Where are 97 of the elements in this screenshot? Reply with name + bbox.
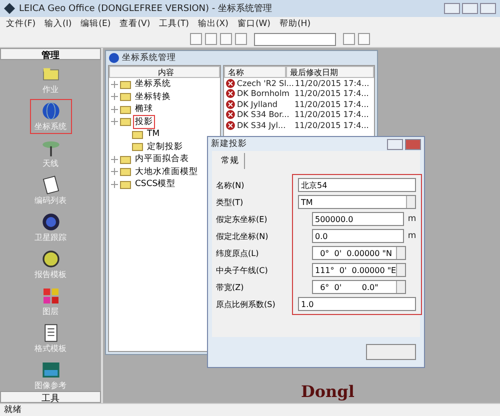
dialog-title: 新建投影 [211, 138, 247, 150]
error-icon [226, 120, 235, 130]
table-cell-text: DK S34 Jyl... [236, 120, 287, 130]
error-icon [226, 78, 235, 88]
tree-item[interactable]: 内平面拟合表 [133, 152, 191, 166]
folder-icon [120, 167, 131, 176]
table-cell-text: DK S34 Bor... [236, 110, 290, 120]
error-icon [226, 89, 235, 98]
tree-item[interactable]: 定制投影 [145, 140, 185, 154]
expand-icon[interactable] [111, 180, 118, 188]
colored-grid-icon [40, 286, 60, 306]
toolbar-button[interactable] [235, 33, 247, 45]
sidebar-header[interactable]: 管理 [0, 48, 101, 60]
menu-item[interactable]: 查看(V) [120, 18, 150, 30]
expand-icon[interactable] [111, 156, 118, 163]
menu-item[interactable]: 编辑(E) [80, 18, 111, 30]
table-cell-text: 11/20/2015 17:4... [294, 120, 370, 130]
folder-icon [120, 154, 131, 164]
minimize-button[interactable] [444, 3, 460, 14]
close-button[interactable] [480, 3, 496, 14]
field-label: 纬度原点(L) [216, 248, 260, 258]
table-cell-text: 11/20/2015 17:4... [294, 78, 370, 88]
tree-item[interactable]: CSCS模型 [133, 177, 178, 192]
picture-icon [40, 360, 60, 380]
field-label: 中央子午线(C) [216, 264, 269, 276]
input-field[interactable]: 1.0 [298, 297, 416, 311]
table-cell-text: 11/20/2015 17:4... [294, 89, 370, 98]
expand-icon[interactable] [111, 118, 118, 126]
dropdown-field[interactable]: TM [298, 195, 416, 209]
unit-label: m [408, 214, 416, 224]
spin-field[interactable]: 6° 0' 0.0" [312, 280, 406, 294]
expand-icon[interactable] [111, 80, 118, 88]
toolbar-button[interactable] [358, 33, 370, 45]
folder-icon [132, 142, 143, 152]
column-header[interactable]: 内容 [109, 66, 220, 78]
table-cell-text: DK Jylland [236, 100, 278, 109]
toolbar-button[interactable] [343, 33, 355, 45]
menu-item[interactable]: 帮助(H) [279, 18, 311, 30]
input-field[interactable]: 0.0 [312, 229, 404, 243]
tree-item[interactable]: 投影 [133, 114, 155, 129]
folder-icon [120, 80, 131, 89]
window-title: LEICA Geo Office (DONGLEFREE VERSION) - 坐标系统管理 [19, 2, 272, 15]
error-icon [226, 100, 235, 109]
globe-icon [40, 101, 60, 121]
column-header[interactable]: 最后修改日期 [286, 66, 374, 78]
tab[interactable]: 常规 [216, 153, 245, 169]
spin-field[interactable]: 0° 0' 0.00000 "N [312, 246, 406, 260]
menu-item[interactable]: 工具(T) [159, 18, 189, 30]
field-label: 假定北坐标(N) [216, 230, 270, 242]
satellite-icon [40, 212, 60, 232]
folder-icon [132, 130, 143, 139]
expand-icon[interactable] [111, 106, 118, 113]
error-icon [226, 110, 235, 120]
table-cell-text: 11/20/2015 17:4... [294, 110, 370, 120]
tree-item[interactable]: 坐标转换 [133, 90, 173, 104]
menu-item[interactable]: 文件(F) [6, 18, 36, 30]
field-label: 原点比例系数(S) [216, 298, 276, 310]
folder-icon [120, 92, 131, 102]
toolbar-button[interactable] [190, 33, 202, 45]
spin-field[interactable]: 111° 0' 0.00000 "E [312, 263, 406, 277]
input-field[interactable]: 北京54 [298, 178, 416, 192]
circle-icon [40, 249, 60, 269]
column-header[interactable]: 名称 [224, 66, 286, 78]
folder-icon [120, 180, 131, 189]
expand-icon[interactable] [111, 168, 118, 176]
table-cell-text: DK Bornholm [236, 89, 290, 98]
field-label: 假定东坐标(E) [216, 214, 268, 224]
unit-label: m [408, 231, 416, 241]
toolbar-dropdown[interactable] [254, 32, 336, 46]
globe-icon [109, 53, 119, 63]
sidebar-footer[interactable]: 工具 [0, 391, 101, 403]
tree-item[interactable]: 椭球 [133, 102, 155, 116]
folder-icon [120, 104, 131, 114]
app-icon [4, 3, 15, 14]
tree-item[interactable]: TM [145, 128, 162, 140]
field-label: 带宽(Z) [216, 282, 245, 292]
expand-icon[interactable] [111, 93, 118, 100]
window-title: 坐标系统管理 [122, 52, 176, 64]
field-label: 名称(N) [216, 180, 246, 190]
close-button[interactable] [405, 138, 421, 150]
logo-text: Dongl [301, 382, 354, 401]
menu-item[interactable]: 窗口(W) [237, 18, 270, 30]
menu-item[interactable]: 输出(X) [198, 18, 228, 30]
field-label: 类型(T) [216, 196, 244, 208]
folder-icon [120, 117, 131, 126]
tree-item[interactable]: 大地水准面模型 [133, 164, 200, 179]
help-button[interactable] [387, 138, 403, 150]
status-bar: 就绪 [0, 403, 500, 416]
menu-item[interactable]: 输入(I) [44, 18, 72, 30]
tree-item[interactable]: 坐标系统 [133, 77, 173, 92]
table-cell-text: 11/20/2015 17:4... [294, 100, 370, 109]
toolbar-button[interactable] [205, 33, 217, 45]
dialog-button[interactable] [366, 344, 416, 360]
table-cell: Czech 'R2 Sl... [236, 78, 293, 88]
maximize-button[interactable] [462, 3, 478, 14]
input-field[interactable]: 500000.0 [312, 212, 404, 226]
toolbar-button[interactable] [220, 33, 232, 45]
